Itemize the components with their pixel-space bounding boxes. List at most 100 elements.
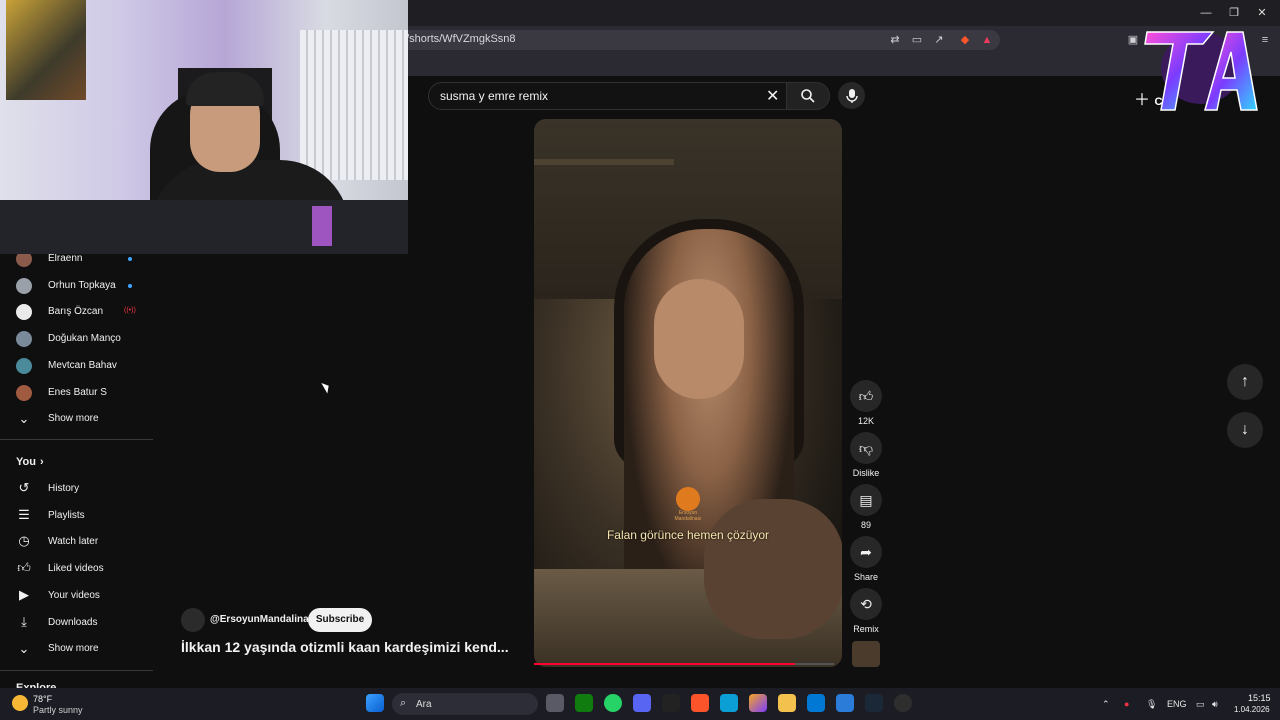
webcam-blinds <box>300 30 408 180</box>
watermark-logo <box>676 487 700 511</box>
shorts-video-player[interactable]: Ersoyun Mandalinası Falan görünce hemen … <box>534 119 842 667</box>
like-button[interactable]: 👍︎ <box>850 380 882 412</box>
live-icon: ((•)) <box>124 307 136 315</box>
tray-app-icon[interactable]: ● <box>1124 699 1129 709</box>
remix-button[interactable]: ⟲ <box>850 588 882 620</box>
your-videos-icon: ▶ <box>19 586 29 602</box>
downloads-icon: ⤓ <box>21 613 27 629</box>
show-more-label: Show more <box>48 643 99 654</box>
microphone-tray-icon[interactable]: 🎙︎ <box>1146 699 1157 710</box>
audio-thumbnail[interactable] <box>852 641 880 667</box>
subscribe-button[interactable]: Subscribe <box>308 608 372 632</box>
cast-icon[interactable]: ▭ <box>910 33 924 47</box>
sidebar-item-label: Your videos <box>48 589 100 601</box>
remix-icon: ⟲ <box>860 596 872 612</box>
sidebar-item-label: History <box>48 483 80 494</box>
channel-handle[interactable]: @ErsoyunMandalinasi <box>210 614 317 625</box>
you-heading[interactable]: You <box>16 456 36 468</box>
channel-avatar[interactable] <box>181 608 205 632</box>
file-explorer-icon[interactable] <box>778 694 796 712</box>
search-input[interactable]: susma y emre remix <box>440 89 548 103</box>
url-text[interactable]: n/shorts/WfVZmgkSsn8 <box>400 33 516 45</box>
watermark-text: Ersoyun Mandalinası <box>674 510 702 522</box>
clock-time[interactable]: 15:15 <box>1248 693 1271 703</box>
chevron-down-icon: ⌄ <box>18 641 30 656</box>
brave-icon[interactable] <box>691 694 709 712</box>
store-icon[interactable] <box>836 694 854 712</box>
thumbs-up-icon: 👍︎ <box>858 388 874 404</box>
network-icon[interactable]: ▭ <box>1196 699 1205 710</box>
sidebar-item-label: Downloads <box>48 616 98 628</box>
search-icon: ⌕ <box>400 697 407 709</box>
streamer-logo <box>1144 31 1258 111</box>
task-view-icon[interactable] <box>546 694 564 712</box>
brave-rewards-icon[interactable]: ▲ <box>980 33 994 47</box>
weather-icon[interactable] <box>12 695 28 711</box>
share-label: Share <box>853 572 879 582</box>
clock-date[interactable]: 1.04.2026 <box>1234 705 1270 714</box>
weather-desc[interactable]: Partly sunny <box>33 705 83 715</box>
remix-label: Remix <box>853 624 879 634</box>
sidebar-subscription-label: Mevtcan Bahav <box>48 359 117 371</box>
next-short-button[interactable]: ↓ <box>1227 412 1263 448</box>
discord-icon[interactable] <box>633 694 651 712</box>
sidebar-toggle-icon[interactable]: ▣ <box>1126 33 1140 47</box>
sidebar-separator <box>0 439 153 440</box>
volume-icon[interactable]: 🔊︎ <box>1212 699 1218 710</box>
webcam-poster <box>6 0 86 100</box>
sidebar-subscription-label: Elraenn <box>48 253 83 264</box>
start-icon[interactable] <box>366 694 384 712</box>
brave-shields-icon[interactable]: ◆ <box>958 33 972 47</box>
watch-later-icon: ◷ <box>18 533 30 549</box>
previous-short-button[interactable]: ↑ <box>1227 364 1263 400</box>
video-scene-face <box>654 279 744 399</box>
new-content-dot <box>128 257 132 261</box>
language-indicator[interactable]: ENG <box>1167 699 1187 709</box>
share-page-icon[interactable]: ↗ <box>932 33 946 47</box>
sidebar-subscription-label: Orhun Topkaya <box>48 279 116 291</box>
app-icon[interactable] <box>662 694 680 712</box>
sidebar-subscription-label: Barış Özcan <box>48 306 104 318</box>
channel-avatar-icon <box>16 331 32 348</box>
arrow-down-icon: ↓ <box>1241 421 1249 438</box>
edge-icon[interactable] <box>720 694 738 712</box>
chevron-right-icon: › <box>40 456 44 468</box>
like-count: 12K <box>857 416 874 426</box>
dislike-label: Dislike <box>852 468 880 478</box>
search-icon <box>801 89 815 103</box>
channel-avatar-icon <box>16 357 32 374</box>
video-title[interactable]: İlkkan 12 yaşında otizmli kaan kardeşimi… <box>181 639 509 655</box>
video-scene-hand <box>704 499 842 639</box>
copilot-icon[interactable] <box>749 694 767 712</box>
share-icon: ➦ <box>860 544 872 560</box>
arrow-up-icon: ↑ <box>1241 373 1249 390</box>
translate-icon[interactable]: ⇄ <box>888 33 902 47</box>
menu-icon[interactable]: ≡ <box>1258 33 1272 47</box>
webcam-desk <box>0 200 408 254</box>
chevron-up-icon[interactable]: ⌃ <box>1102 699 1110 710</box>
sidebar-separator <box>0 670 153 671</box>
obs-icon[interactable] <box>894 694 912 712</box>
whatsapp-icon[interactable] <box>604 694 622 712</box>
sidebar-subscription-label: Enes Batur S <box>48 386 107 398</box>
thumbs-down-icon: 👎︎ <box>858 440 874 456</box>
taskbar-search[interactable] <box>392 693 538 715</box>
webcam-overlay <box>0 0 408 254</box>
voice-search-button[interactable] <box>838 82 865 109</box>
mail-icon[interactable] <box>807 694 825 712</box>
liked-videos-icon: 👍︎ <box>17 560 31 576</box>
clear-search-icon[interactable]: ✕ <box>766 86 779 106</box>
xbox-icon[interactable] <box>575 694 593 712</box>
steam-icon[interactable] <box>865 694 883 712</box>
video-scene-shelf <box>534 159 674 165</box>
sidebar-item-label: Watch later <box>48 536 99 548</box>
new-content-dot <box>128 283 132 288</box>
dislike-button[interactable]: 👎︎ <box>850 432 882 464</box>
weather-temp[interactable]: 78°F <box>33 694 52 704</box>
share-button[interactable]: ➦ <box>850 536 882 568</box>
search-button[interactable] <box>786 82 830 110</box>
sidebar-item-label: Playlists <box>48 509 85 521</box>
history-icon: ↺ <box>18 480 30 495</box>
comments-button[interactable]: ▤ <box>850 484 882 516</box>
taskbar-search-text[interactable]: Ara <box>416 699 432 710</box>
